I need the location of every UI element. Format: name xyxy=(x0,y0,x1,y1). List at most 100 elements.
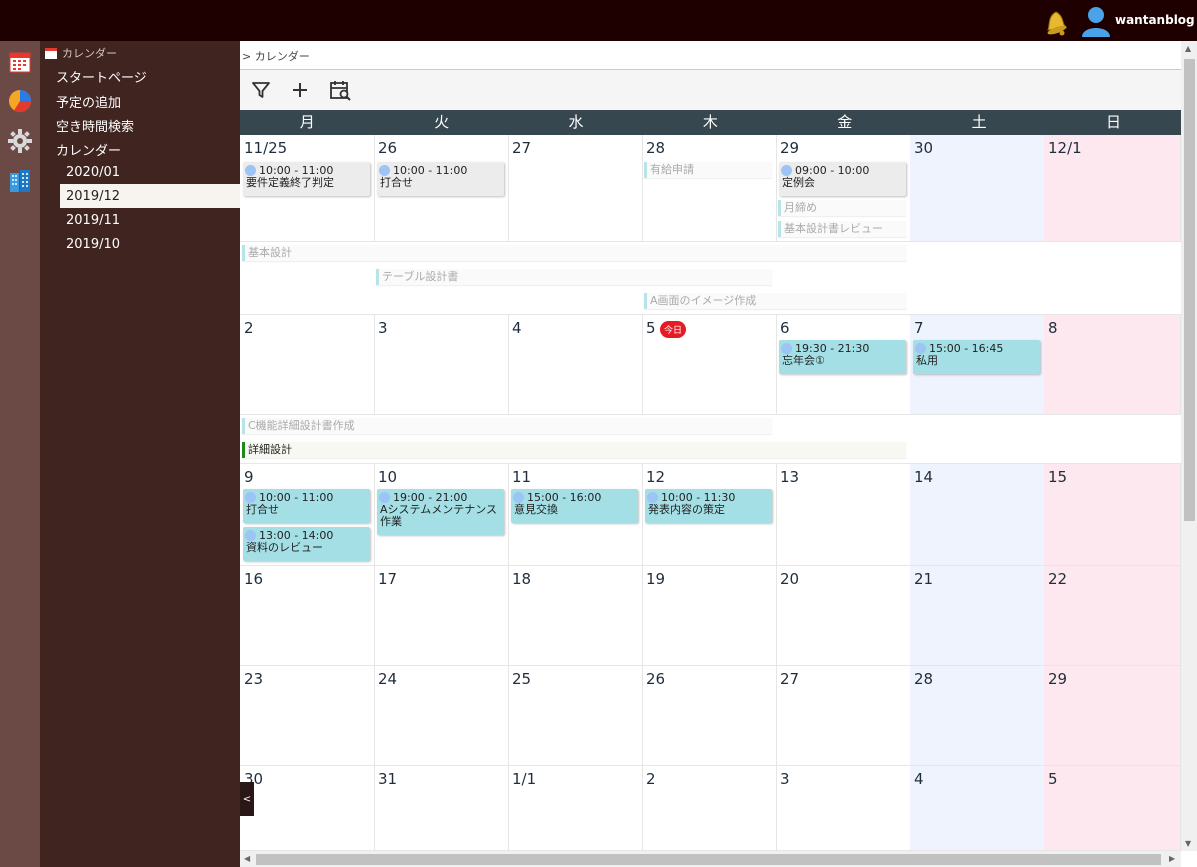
day-cell[interactable]: 30 xyxy=(240,766,375,851)
building-icon[interactable] xyxy=(8,169,32,193)
horizontal-scroll-thumb[interactable] xyxy=(256,854,1161,865)
day-cell-sunday[interactable]: 12/1 xyxy=(1044,135,1181,242)
add-icon[interactable] xyxy=(289,79,311,101)
breadcrumb[interactable]: > カレンダー xyxy=(242,48,310,64)
sidebar-month-2020-01[interactable]: 2020/01 xyxy=(60,160,240,184)
day-cell-sunday[interactable]: 22 xyxy=(1044,566,1181,666)
day-cell[interactable]: 27 xyxy=(776,666,911,766)
calendar-icon[interactable] xyxy=(8,50,32,74)
scroll-left-icon[interactable]: ◀ xyxy=(244,854,250,863)
task-bar[interactable]: 基本設計書レビュー xyxy=(778,221,906,237)
event-card[interactable]: 19:30 - 21:30 忘年会① xyxy=(779,340,906,374)
main-content: > カレンダー 月 火 水 木 金 土 日 11/25 26 27 28 29 … xyxy=(240,41,1181,851)
event-card[interactable]: 15:00 - 16:45 私用 xyxy=(913,340,1040,374)
event-dot-icon xyxy=(245,530,256,541)
task-bar[interactable]: 基本設計 xyxy=(242,245,906,261)
bell-icon[interactable] xyxy=(1040,6,1072,36)
sidebar-month-2019-10[interactable]: 2019/10 xyxy=(60,232,240,256)
vertical-scrollbar[interactable]: ▲ ▼ xyxy=(1181,41,1197,851)
day-cell-sunday[interactable]: 15 xyxy=(1044,464,1181,566)
event-dot-icon xyxy=(513,492,524,503)
day-cell-saturday[interactable]: 21 xyxy=(910,566,1045,666)
day-cell[interactable]: 3 xyxy=(776,766,911,851)
horizontal-scrollbar[interactable]: ◀ ▶ xyxy=(240,851,1181,867)
day-number: 3 xyxy=(780,770,790,788)
day-cell[interactable]: 2 xyxy=(240,315,375,415)
scroll-right-icon[interactable]: ▶ xyxy=(1169,854,1175,863)
event-name: 定例会 xyxy=(782,176,815,189)
day-cell-sunday[interactable]: 5 xyxy=(1044,766,1181,851)
event-time: 15:00 - 16:45 xyxy=(929,342,1004,355)
day-cell[interactable]: 31 xyxy=(374,766,509,851)
pie-chart-icon[interactable] xyxy=(8,89,32,113)
user-avatar-icon[interactable] xyxy=(1080,5,1112,37)
day-number: 12 xyxy=(646,468,666,486)
sidebar-month-2019-11[interactable]: 2019/11 xyxy=(60,208,240,232)
day-cell[interactable]: 28 xyxy=(642,135,777,242)
sidebar-item-add-schedule[interactable]: 予定の追加 xyxy=(56,92,121,111)
day-cell[interactable]: 4 xyxy=(508,315,643,415)
day-number: 26 xyxy=(646,670,666,688)
day-cell[interactable]: 17 xyxy=(374,566,509,666)
day-cell[interactable]: 26 xyxy=(642,666,777,766)
event-card[interactable]: 19:00 - 21:00 Aシステムメンテナンス作業 xyxy=(377,489,504,535)
day-cell[interactable]: 20 xyxy=(776,566,911,666)
day-cell[interactable]: 24 xyxy=(374,666,509,766)
sidebar-section-label: カレンダー xyxy=(62,47,117,60)
vertical-scroll-thumb[interactable] xyxy=(1184,59,1195,521)
task-bar[interactable]: テーブル設計書 xyxy=(376,269,772,285)
weekday-sun: 日 xyxy=(1106,113,1122,131)
day-cell-today[interactable]: 5 今日 xyxy=(642,315,777,415)
day-number: 18 xyxy=(512,570,532,588)
task-bar[interactable]: 月締め xyxy=(778,200,906,216)
day-number: 17 xyxy=(378,570,398,588)
day-cell[interactable]: 3 xyxy=(374,315,509,415)
day-number: 11 xyxy=(512,468,532,486)
day-cell-saturday[interactable]: 4 xyxy=(910,766,1045,851)
task-bar[interactable]: 有給申請 xyxy=(644,162,772,178)
calendar-small-icon xyxy=(45,48,57,59)
day-cell[interactable]: 23 xyxy=(240,666,375,766)
event-name: 資料のレビュー xyxy=(246,541,323,554)
sidebar-item-free-time-search[interactable]: 空き時間検索 xyxy=(56,116,134,135)
event-card[interactable]: 10:00 - 11:30 発表内容の策定 xyxy=(645,489,772,523)
username[interactable]: wantanblog xyxy=(1115,13,1195,27)
day-cell[interactable]: 25 xyxy=(508,666,643,766)
scroll-up-icon[interactable]: ▲ xyxy=(1185,44,1191,53)
event-name: 忘年会① xyxy=(782,354,825,367)
day-number: 4 xyxy=(512,319,522,337)
day-cell[interactable]: 1/1 xyxy=(508,766,643,851)
day-cell[interactable]: 2 xyxy=(642,766,777,851)
gear-icon[interactable] xyxy=(8,129,32,153)
event-card[interactable]: 15:00 - 16:00 意見交換 xyxy=(511,489,638,523)
event-dot-icon xyxy=(781,165,792,176)
day-cell-sunday[interactable]: 29 xyxy=(1044,666,1181,766)
day-cell-saturday[interactable]: 14 xyxy=(910,464,1045,566)
filter-icon[interactable] xyxy=(250,79,272,101)
sidebar-month-2019-12[interactable]: 2019/12 xyxy=(60,184,240,208)
day-cell[interactable]: 13 xyxy=(776,464,911,566)
event-name: 要件定義終了判定 xyxy=(246,176,334,189)
task-bar[interactable]: 詳細設計 xyxy=(242,442,906,458)
sidebar-item-start-page[interactable]: スタートページ xyxy=(56,67,147,86)
day-cell[interactable]: 16 xyxy=(240,566,375,666)
day-cell-sunday[interactable]: 8 xyxy=(1044,315,1181,415)
event-card[interactable]: 09:00 - 10:00 定例会 xyxy=(779,162,906,196)
event-card[interactable]: 10:00 - 11:00 要件定義終了判定 xyxy=(243,162,370,196)
calendar-search-icon[interactable] xyxy=(329,79,351,101)
task-bar[interactable]: A画面のイメージ作成 xyxy=(644,293,906,309)
scroll-down-icon[interactable]: ▼ xyxy=(1185,839,1191,848)
day-cell[interactable]: 19 xyxy=(642,566,777,666)
day-cell[interactable]: 18 xyxy=(508,566,643,666)
sidebar-collapse-button[interactable]: < xyxy=(240,782,254,816)
event-card[interactable]: 13:00 - 14:00 資料のレビュー xyxy=(243,527,370,561)
day-cell-saturday[interactable]: 30 xyxy=(910,135,1045,242)
day-cell[interactable]: 27 xyxy=(508,135,643,242)
event-card[interactable]: 10:00 - 11:00 打合せ xyxy=(243,489,370,523)
event-dot-icon xyxy=(245,492,256,503)
event-card[interactable]: 10:00 - 11:00 打合せ xyxy=(377,162,504,196)
today-badge: 今日 xyxy=(660,321,687,338)
day-cell-saturday[interactable]: 28 xyxy=(910,666,1045,766)
sidebar-item-calendar[interactable]: カレンダー xyxy=(56,140,121,159)
task-bar[interactable]: C機能詳細設計書作成 xyxy=(242,418,772,434)
